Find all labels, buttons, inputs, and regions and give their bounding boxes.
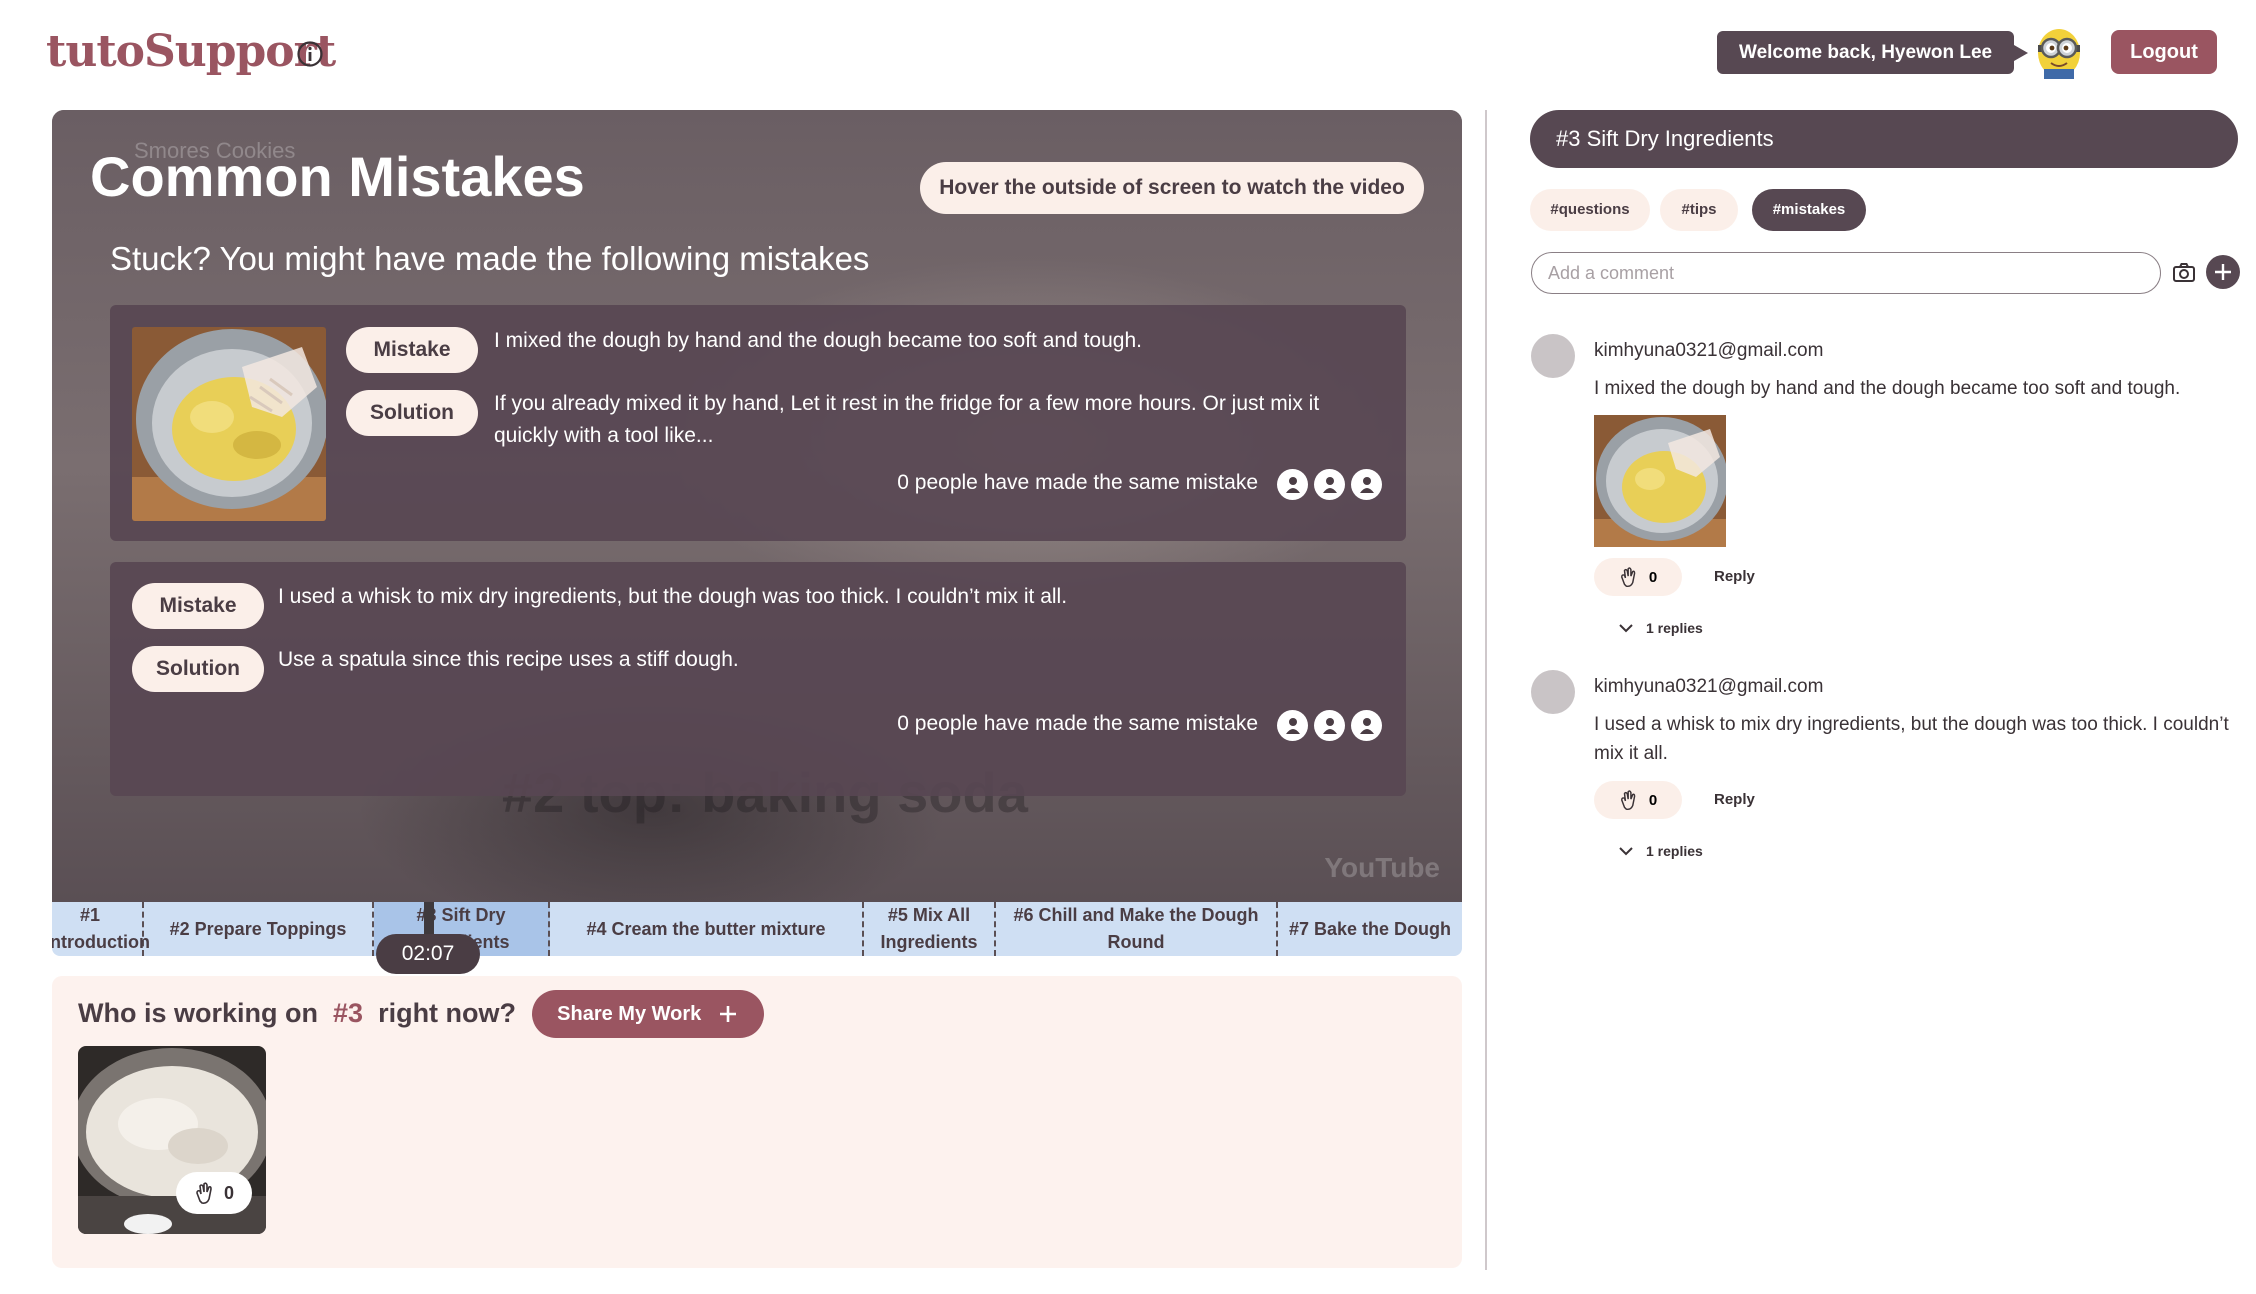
app-logo[interactable]: tutoSupport: [46, 26, 336, 77]
chapter-1[interactable]: #1 Introduction: [52, 902, 150, 956]
commenter-avatar: [1531, 334, 1575, 378]
panel-divider: [1485, 110, 1487, 1270]
playhead-time: 02:07: [376, 934, 480, 974]
dough-bowl-image: [132, 327, 326, 521]
comment-author: kimhyuna0321@gmail.com: [1594, 676, 1824, 697]
welcome-message: Welcome back, Hyewon Lee: [1717, 31, 2029, 74]
share-label: Share My Work: [557, 1002, 702, 1025]
same-mistake-count: 0 people have made the same mistake: [897, 712, 1258, 735]
person-icon: [1351, 469, 1382, 500]
comment-like-button[interactable]: 0: [1594, 558, 1682, 596]
person-icon: [1277, 469, 1308, 500]
work-like-count: 0: [223, 1182, 234, 1203]
step-title: #3 Sift Dry Ingredients: [1530, 110, 2238, 168]
mistake-text: I mixed the dough by hand and the dough …: [494, 329, 1142, 352]
comment-text: I used a whisk to mix dry ingredients, b…: [1594, 714, 2229, 764]
chapter-label: #5 Mix All Ingredients: [880, 905, 978, 952]
comment-author: kimhyuna0321@gmail.com: [1594, 340, 1824, 361]
info-icon[interactable]: [296, 40, 324, 68]
chevron-down-icon: [1619, 624, 1633, 633]
who-is-working-panel: Who is working on #3 right now? Share My…: [52, 976, 1462, 1268]
person-icon: [1351, 710, 1382, 741]
solution-tag[interactable]: Solution: [346, 390, 478, 436]
clap-icon: [196, 1182, 212, 1204]
hashtag-tips[interactable]: #tips: [1660, 189, 1738, 231]
logout-button[interactable]: Logout: [2111, 30, 2217, 74]
hashtag-mistakes[interactable]: #mistakes: [1752, 189, 1866, 231]
hashtag-questions[interactable]: #questions: [1530, 189, 1650, 231]
who-prefix: Who is working on: [78, 998, 318, 1028]
chapter-label: #6 Chill and Make the Dough Round: [1013, 905, 1259, 952]
person-icon: [1314, 469, 1345, 500]
toggle-replies[interactable]: 1 replies: [1618, 843, 1703, 859]
work-thumbnail[interactable]: 0: [78, 1046, 266, 1234]
same-mistake-count: 0 people have made the same mistake: [897, 471, 1258, 494]
mistake-card: Mistake I used a whisk to mix dry ingred…: [110, 562, 1406, 796]
person-icon: [1277, 710, 1308, 741]
clap-icon: [1620, 567, 1636, 588]
chapter-5[interactable]: #5 Mix All Ingredients: [864, 902, 996, 956]
plus-icon: [719, 1006, 736, 1023]
commenter-avatar: [1531, 670, 1575, 714]
chapter-label: #7 Bake the Dough: [1288, 918, 1452, 939]
chapter-label: #2 Prepare Toppings: [169, 918, 347, 939]
comment-input[interactable]: [1531, 252, 2161, 294]
add-comment-button[interactable]: [2206, 255, 2240, 289]
video-player[interactable]: Smores Cookies #2 top: baking soda YouTu…: [52, 110, 1462, 902]
comment-image[interactable]: [1594, 415, 1726, 547]
chapter-label: #1 Introduction: [52, 905, 150, 952]
chapter-4[interactable]: #4 Cream the butter mixture: [550, 902, 864, 956]
reply-button[interactable]: Reply: [1714, 791, 1755, 808]
chapter-bar: #1 Introduction #2 Prepare Toppings #3 S…: [52, 902, 1462, 956]
chapter-2[interactable]: #2 Prepare Toppings: [144, 902, 374, 956]
user-avatar[interactable]: [2032, 25, 2086, 79]
overlay-title: Common Mistakes: [90, 145, 585, 208]
chapter-6[interactable]: #6 Chill and Make the Dough Round: [996, 902, 1278, 956]
comment-text: I mixed the dough by hand and the dough …: [1594, 378, 2181, 399]
who-heading: Who is working on #3 right now?: [78, 998, 516, 1029]
chapter-label: #4 Cream the butter mixture: [586, 918, 826, 939]
youtube-logo: YouTube: [1324, 852, 1440, 883]
work-like-button[interactable]: 0: [176, 1172, 252, 1214]
mistake-text: I used a whisk to mix dry ingredients, b…: [278, 585, 1068, 608]
stuck-heading: Stuck? You might have made the following…: [110, 240, 870, 277]
replies-count: 1 replies: [1646, 620, 1703, 636]
mistake-tag[interactable]: Mistake: [132, 583, 264, 629]
who-step: #3: [333, 998, 364, 1028]
clap-icon: [1620, 790, 1636, 811]
solution-tag[interactable]: Solution: [132, 646, 264, 692]
comment-like-count: 0: [1648, 791, 1658, 809]
person-icon: [1314, 710, 1345, 741]
mistake-card: Mistake I mixed the dough by hand and th…: [110, 305, 1406, 541]
plus-icon: [2215, 264, 2231, 280]
who-suffix: right now?: [378, 998, 517, 1028]
share-my-work-button[interactable]: Share My Work: [532, 990, 764, 1038]
toggle-replies[interactable]: 1 replies: [1618, 620, 1703, 636]
solution-text: If you already mixed it by hand, Let it …: [494, 392, 1320, 447]
reply-button[interactable]: Reply: [1714, 568, 1755, 585]
comment-like-button[interactable]: 0: [1594, 781, 1682, 819]
same-mistake-button-group[interactable]: [1277, 710, 1382, 741]
hover-hint: Hover the outside of screen to watch the…: [920, 162, 1424, 214]
mistake-tag[interactable]: Mistake: [346, 327, 478, 373]
replies-count: 1 replies: [1646, 843, 1703, 859]
comment-like-count: 0: [1648, 568, 1658, 586]
chapter-7[interactable]: #7 Bake the Dough: [1278, 902, 1462, 956]
chevron-down-icon: [1619, 847, 1633, 856]
solution-text: Use a spatula since this recipe uses a s…: [278, 648, 739, 671]
camera-icon[interactable]: [2172, 262, 2196, 284]
same-mistake-button-group[interactable]: [1277, 469, 1382, 500]
